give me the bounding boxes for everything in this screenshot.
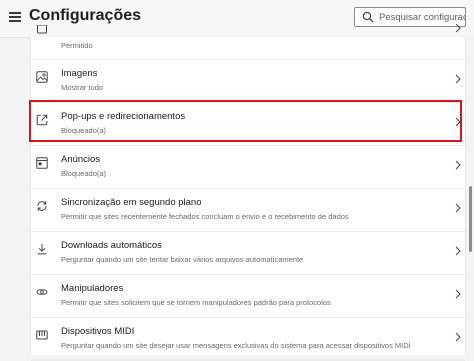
settings-row-partial[interactable]: Permitido — [31, 20, 465, 60]
row-title: Sincronização em segundo plano — [61, 197, 202, 208]
chevron-right-icon — [455, 203, 461, 213]
row-title: Dispositivos MIDI — [61, 326, 135, 337]
settings-row-images[interactable]: Imagens Mostrar tudo — [31, 59, 465, 103]
settings-row-auto-downloads[interactable]: Downloads automáticos Perguntar quando u… — [31, 231, 465, 275]
settings-row-midi[interactable]: Dispositivos MIDI Perguntar quando um si… — [31, 317, 465, 361]
hamburger-menu-icon[interactable] — [9, 12, 21, 22]
sync-icon — [37, 201, 47, 211]
row-subtitle: Bloqueado(a) — [61, 126, 107, 135]
row-title: Pop-ups e redirecionamentos — [61, 111, 186, 122]
row-title: Anúncios — [61, 154, 101, 165]
settings-row-handlers[interactable]: Manipuladores Permitir que sites solicit… — [31, 274, 465, 318]
settings-row-ads[interactable]: Anúncios Bloqueado(a) — [31, 145, 465, 189]
row-subtitle: Permitir que sites solicitem que se torn… — [61, 298, 331, 307]
download-icon — [37, 244, 47, 255]
scrollbar-thumb[interactable] — [469, 186, 472, 252]
chevron-right-icon — [455, 160, 461, 170]
chevron-right-icon — [455, 117, 461, 127]
row-subtitle: Mostrar tudo — [61, 83, 104, 92]
popup-icon — [36, 114, 48, 126]
row-subtitle: Perguntar quando um site tentar baixar v… — [61, 255, 304, 264]
row-subtitle: Bloqueado(a) — [61, 169, 107, 178]
chevron-right-icon — [455, 74, 461, 84]
row-subtitle: Perguntar quando um site desejar usar me… — [61, 341, 411, 350]
midi-icon — [36, 330, 48, 340]
settings-row-background-sync[interactable]: Sincronização em segundo plano Permitir … — [31, 188, 465, 232]
chevron-right-icon — [455, 289, 461, 299]
chevron-right-icon — [455, 23, 461, 33]
settings-panel: Permitido Imagens Mostrar tudo Pop-ups e… — [29, 23, 466, 361]
row-title: Manipuladores — [61, 283, 124, 294]
row-subtitle: Permitir que sites recentemente fechados… — [61, 212, 349, 221]
partial-icon — [37, 25, 47, 34]
settings-row-popups[interactable]: Pop-ups e redirecionamentos Bloqueado(a) — [29, 100, 465, 146]
chevron-right-icon — [455, 332, 461, 342]
image-icon — [36, 71, 48, 83]
ads-icon — [36, 157, 48, 169]
row-subtitle: Permitido — [61, 41, 93, 50]
row-title: Imagens — [61, 68, 98, 79]
chevron-right-icon — [455, 246, 461, 256]
row-title: Downloads automáticos — [61, 240, 162, 251]
link-icon — [36, 289, 48, 295]
